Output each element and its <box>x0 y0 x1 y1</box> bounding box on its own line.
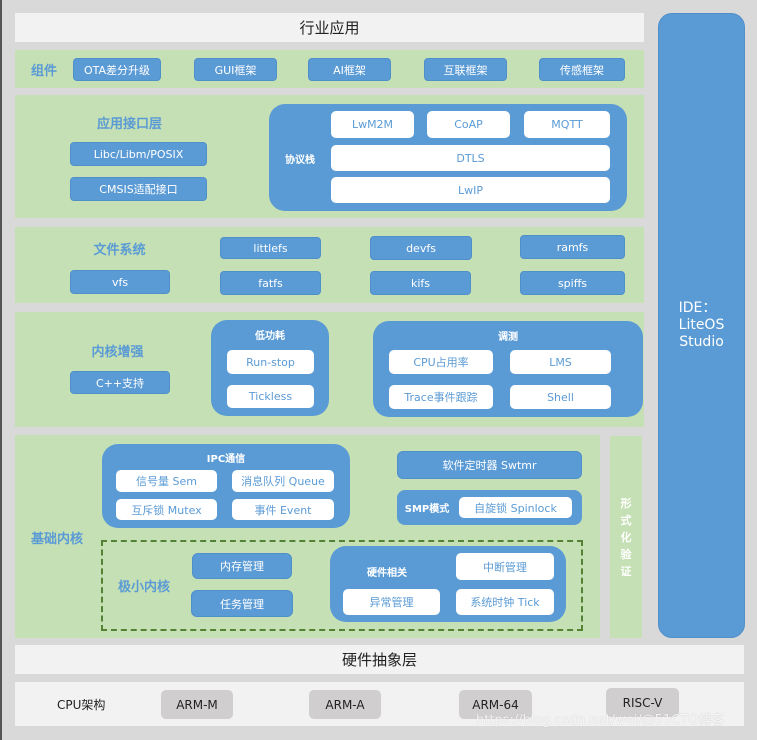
ide-line: IDE： <box>678 300 717 316</box>
coap-button[interactable]: CoAP <box>427 111 510 138</box>
ide-text: IDE： LiteOS Studio <box>679 300 725 351</box>
fs-spiffs[interactable]: spiffs <box>520 271 625 295</box>
fs-littlefs[interactable]: littlefs <box>220 237 321 259</box>
component-ota[interactable]: OTA差分升级 <box>73 58 161 81</box>
fs-fatfs[interactable]: fatfs <box>220 271 321 295</box>
component-gui[interactable]: GUI框架 <box>194 58 277 81</box>
spinlock-button[interactable]: 自旋锁 Spinlock <box>459 497 572 518</box>
ide-line: Studio <box>679 334 724 350</box>
mini-kernel-label: 极小内核 <box>117 579 170 595</box>
file-system-label: 文件系统 <box>93 242 146 258</box>
formal-verification-column: 形 式 化 验 证 <box>610 436 642 638</box>
tickless-button[interactable]: Tickless <box>227 385 314 408</box>
cpu-arm-m[interactable]: ARM-M <box>161 690 233 719</box>
hardware-related-label: 硬件相关 <box>367 567 407 579</box>
formal-verification-char: 证 <box>620 564 632 578</box>
industry-application-bar: 行业应用 <box>15 13 644 42</box>
formal-verification-char: 形 <box>620 496 632 510</box>
cmsis-button[interactable]: CMSIS适配接口 <box>70 177 207 201</box>
fs-devfs[interactable]: devfs <box>370 236 472 260</box>
app-interface-label: 应用接口层 <box>96 116 162 132</box>
run-stop-button[interactable]: Run-stop <box>227 350 314 374</box>
mqtt-button[interactable]: MQTT <box>524 111 610 138</box>
components-label: 组件 <box>30 63 57 79</box>
task-mgmt-button[interactable]: 任务管理 <box>191 590 293 617</box>
formal-verification-char: 式 <box>620 513 632 527</box>
swtmr-button[interactable]: 软件定时器 Swtmr <box>397 451 582 479</box>
cpu-arm-a[interactable]: ARM-A <box>309 690 381 719</box>
memory-mgmt-button[interactable]: 内存管理 <box>192 553 292 579</box>
exception-mgmt-button[interactable]: 异常管理 <box>343 589 440 615</box>
component-interconnect[interactable]: 互联框架 <box>424 58 507 81</box>
watermark: https://blog.csdn.net/wei/@51CTO博客 <box>476 713 725 728</box>
event-button[interactable]: 事件 Event <box>232 499 334 520</box>
protocol-stack-label: 协议栈 <box>285 154 315 166</box>
industry-application-title: 行业应用 <box>299 19 360 37</box>
dtls-button[interactable]: DTLS <box>331 145 610 171</box>
lwip-button[interactable]: LwIP <box>331 177 610 203</box>
debug-label: 调测 <box>498 331 518 343</box>
ide-line: LiteOS <box>678 317 725 333</box>
mutex-button[interactable]: 互斥锁 Mutex <box>116 499 217 520</box>
fs-ramfs[interactable]: ramfs <box>520 235 625 259</box>
smp-label: SMP模式 <box>404 503 450 515</box>
formal-verification-char: 化 <box>620 530 632 544</box>
fs-vfs[interactable]: vfs <box>70 270 170 294</box>
cpu-usage-button[interactable]: CPU占用率 <box>389 350 493 374</box>
cpp-support-button[interactable]: C++支持 <box>70 371 170 394</box>
lms-button[interactable]: LMS <box>510 350 611 374</box>
lwm2m-button[interactable]: LwM2M <box>331 111 414 138</box>
interrupt-mgmt-button[interactable]: 中断管理 <box>456 553 554 580</box>
fs-kifs[interactable]: kifs <box>370 271 471 295</box>
ipc-label: IPC通信 <box>206 453 246 465</box>
component-ai[interactable]: AI框架 <box>308 58 391 81</box>
sem-button[interactable]: 信号量 Sem <box>116 470 217 492</box>
system-tick-button[interactable]: 系统时钟 Tick <box>456 589 554 615</box>
base-kernel-label: 基础内核 <box>30 531 83 547</box>
component-sensor[interactable]: 传感框架 <box>539 58 625 81</box>
shell-button[interactable]: Shell <box>510 385 611 409</box>
queue-button[interactable]: 消息队列 Queue <box>232 470 334 492</box>
low-power-label: 低功耗 <box>255 330 285 342</box>
kernel-enhance-label: 内核增强 <box>91 344 144 360</box>
formal-verification-char: 验 <box>620 547 632 561</box>
libc-posix-button[interactable]: Libc/Libm/POSIX <box>70 142 207 166</box>
hal-title: 硬件抽象层 <box>341 651 417 669</box>
ide-liteos-studio-column: IDE： LiteOS Studio <box>658 13 745 638</box>
cpu-arch-label: CPU架构 <box>57 697 106 712</box>
trace-button[interactable]: Trace事件跟踪 <box>389 385 493 409</box>
hal-bar: 硬件抽象层 <box>15 645 744 674</box>
